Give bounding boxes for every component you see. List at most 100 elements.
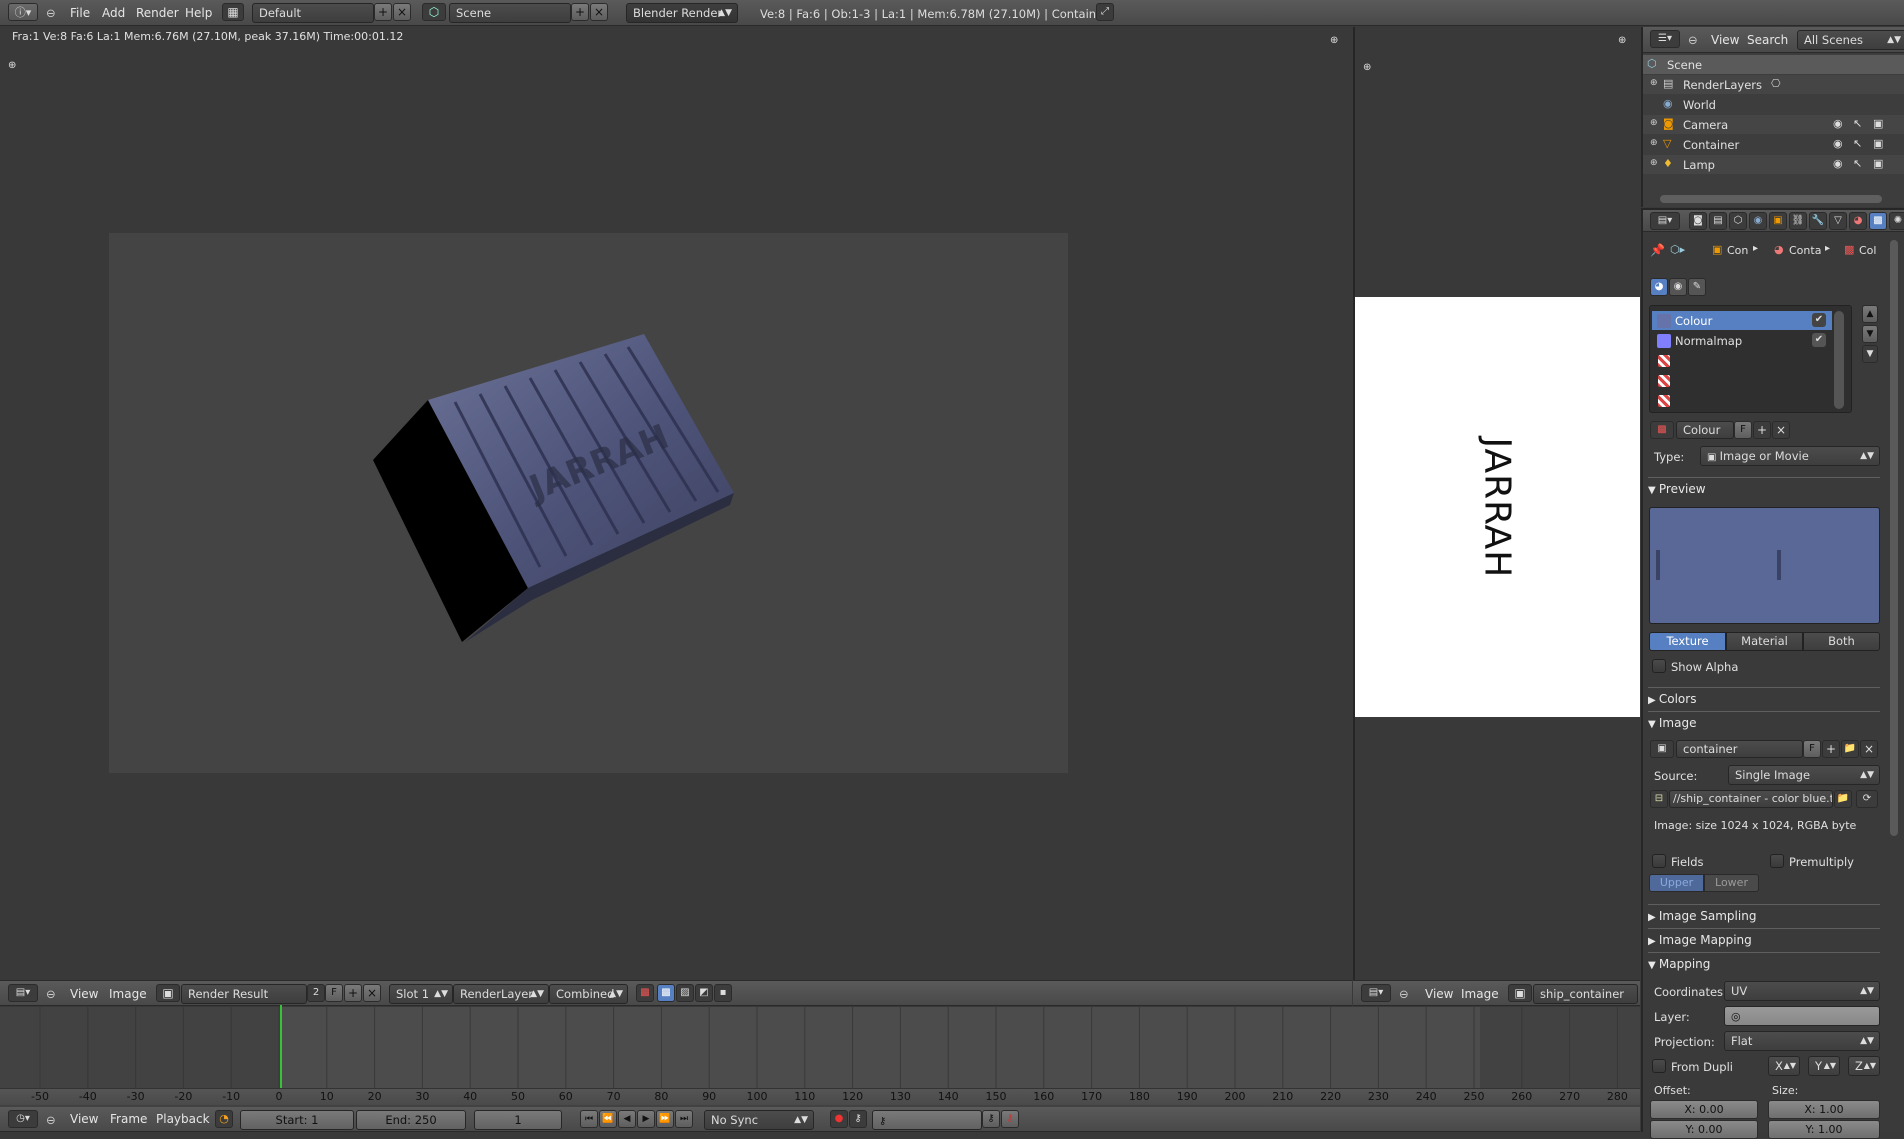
- empty-texture-slot-icon[interactable]: [1658, 355, 1670, 367]
- outliner-row-world[interactable]: ◉ World: [1643, 95, 1904, 114]
- editor-type-button[interactable]: ☰▾: [1650, 30, 1680, 48]
- play-reverse-icon[interactable]: ◀: [618, 1110, 636, 1128]
- offset-x-field[interactable]: X: 0.00: [1650, 1100, 1758, 1119]
- render-icon[interactable]: ▣: [1873, 157, 1883, 170]
- record-icon[interactable]: ●: [830, 1110, 848, 1128]
- menu-frame[interactable]: Frame: [110, 1107, 147, 1132]
- pack-image-icon[interactable]: ⊟: [1650, 790, 1668, 808]
- texture-slot-colour[interactable]: Colour ✔: [1652, 311, 1832, 330]
- colors-panel-header[interactable]: ▶ Colors: [1648, 687, 1880, 709]
- unlink-image-button[interactable]: ×: [1860, 740, 1878, 758]
- expand-icon[interactable]: ⊕: [1650, 138, 1658, 148]
- material-context-icon[interactable]: ◕: [1849, 212, 1867, 230]
- outliner-display-dropdown[interactable]: All Scenes ▲▼: [1797, 30, 1904, 50]
- unlink-image-button[interactable]: ×: [363, 984, 381, 1002]
- image-browse-icon[interactable]: ▣: [156, 984, 180, 1002]
- preview-tab-material[interactable]: Material: [1726, 632, 1803, 651]
- preview-tab-texture[interactable]: Texture: [1649, 632, 1726, 651]
- pin-icon[interactable]: 📌: [1650, 243, 1665, 257]
- texture-list-scrollbar[interactable]: [1834, 311, 1844, 409]
- cursor-icon[interactable]: ↖: [1853, 157, 1862, 170]
- menu-view[interactable]: View: [70, 1107, 98, 1132]
- area-corner-icon[interactable]: ⊕: [1618, 35, 1626, 46]
- image-name-field[interactable]: container: [1676, 740, 1803, 758]
- current-frame-field[interactable]: 1: [474, 1110, 562, 1130]
- jump-end-icon[interactable]: ⏭: [675, 1110, 693, 1128]
- move-slot-down-icon[interactable]: ▼: [1862, 325, 1878, 343]
- size-x-field[interactable]: X: 1.00: [1768, 1100, 1880, 1119]
- fake-user-button[interactable]: F: [1803, 740, 1821, 758]
- draw-image-icon[interactable]: ▩: [657, 984, 675, 1002]
- jump-start-icon[interactable]: ⏮: [580, 1110, 598, 1128]
- slot-dropdown[interactable]: Slot 1 ▲▼: [389, 984, 453, 1004]
- keying-set-field[interactable]: ⚷: [872, 1110, 982, 1130]
- end-frame-field[interactable]: End: 250: [356, 1110, 466, 1130]
- checkbox-checked-icon[interactable]: ✔: [1812, 313, 1826, 327]
- new-texture-button[interactable]: +: [1753, 421, 1771, 439]
- insert-keyframe-icon[interactable]: ⚷: [982, 1110, 1000, 1128]
- render-layers-context-icon[interactable]: ▤: [1709, 212, 1727, 230]
- empty-texture-slot-icon[interactable]: [1658, 375, 1670, 387]
- expand-icon[interactable]: ⊕: [1650, 158, 1658, 168]
- draw-image-alpha-icon[interactable]: ▨: [676, 984, 694, 1002]
- image-filepath-field[interactable]: //ship_container - color blue.tga: [1669, 790, 1833, 808]
- image-name-field[interactable]: ship_container: [1533, 984, 1638, 1004]
- scene-context-icon[interactable]: ⬡: [1729, 212, 1747, 230]
- world-texture-tab-icon[interactable]: ◕: [1650, 278, 1668, 296]
- modifiers-context-icon[interactable]: 🔧: [1809, 212, 1827, 230]
- properties-scrollbar[interactable]: [1890, 240, 1898, 836]
- outliner-row-container[interactable]: ⊕ ▽ Container ◉ ↖ ▣: [1643, 135, 1904, 154]
- reload-image-icon[interactable]: ⟳: [1856, 790, 1878, 808]
- render-pass-dropdown[interactable]: Combined ▲▼: [549, 984, 628, 1004]
- image-mapping-panel-header[interactable]: ▶ Image Mapping: [1648, 928, 1880, 950]
- outliner-row-scene[interactable]: ⬡ Scene: [1643, 55, 1904, 74]
- preview-panel-header[interactable]: ▼ Preview: [1648, 477, 1880, 499]
- expand-icon[interactable]: ⊕: [1650, 78, 1658, 88]
- prev-keyframe-icon[interactable]: ⏪: [599, 1110, 617, 1128]
- texture-name-field[interactable]: Colour: [1676, 421, 1734, 439]
- render-context-icon[interactable]: ◙: [1689, 212, 1707, 230]
- texture-type-dropdown[interactable]: ▣ Image or Movie ▲▼: [1700, 446, 1880, 466]
- editor-type-button[interactable]: ▤▾: [1650, 212, 1680, 230]
- texture-browse-icon[interactable]: ▩: [1650, 421, 1674, 439]
- empty-texture-slot-icon[interactable]: [1658, 395, 1670, 407]
- image-users-count[interactable]: 2: [307, 984, 325, 1002]
- collapse-icon[interactable]: ⊖: [1688, 33, 1698, 47]
- image-sampling-panel-header[interactable]: ▶ Image Sampling: [1648, 904, 1880, 926]
- eye-icon[interactable]: ◉: [1833, 157, 1843, 170]
- menu-search[interactable]: Search: [1747, 27, 1788, 53]
- image-browse-icon[interactable]: ▣: [1508, 984, 1532, 1002]
- editor-type-button[interactable]: ▤▾: [8, 984, 38, 1002]
- coordinates-dropdown[interactable]: UV ▲▼: [1724, 981, 1880, 1001]
- editor-type-button[interactable]: ◷▾: [8, 1110, 38, 1128]
- menu-image[interactable]: Image: [109, 981, 147, 1007]
- new-image-button[interactable]: +: [1822, 740, 1840, 758]
- slot-specials-icon[interactable]: ▼: [1862, 345, 1878, 363]
- next-keyframe-icon[interactable]: ⏩: [656, 1110, 674, 1128]
- expand-icon[interactable]: ⊕: [1650, 118, 1658, 128]
- texture-context-icon[interactable]: ▩: [1869, 212, 1887, 230]
- area-corner-icon[interactable]: ⊕: [1363, 62, 1371, 73]
- browse-file-icon[interactable]: 📁: [1834, 790, 1852, 808]
- premultiply-checkbox[interactable]: [1770, 854, 1784, 868]
- menu-image[interactable]: Image: [1461, 981, 1499, 1007]
- cursor-icon[interactable]: ↖: [1853, 137, 1862, 150]
- menu-view[interactable]: View: [1425, 981, 1453, 1007]
- constraints-context-icon[interactable]: ⛓: [1789, 212, 1807, 230]
- mapping-z-dropdown[interactable]: Z ▲▼: [1848, 1056, 1880, 1076]
- delete-keyframe-icon[interactable]: ⚷: [1001, 1110, 1019, 1128]
- brush-texture-tab-icon[interactable]: ✎: [1688, 278, 1706, 296]
- checkbox-checked-icon[interactable]: ✔: [1812, 333, 1826, 347]
- object-context-icon[interactable]: ▣: [1769, 212, 1787, 230]
- collapse-icon[interactable]: ⊖: [46, 1113, 56, 1127]
- menu-view[interactable]: View: [70, 981, 98, 1007]
- material-texture-tab-icon[interactable]: ◉: [1669, 278, 1687, 296]
- unlink-texture-button[interactable]: ×: [1772, 421, 1790, 439]
- image-name-field[interactable]: Render Result: [181, 984, 307, 1004]
- show-alpha-checkbox[interactable]: [1652, 659, 1666, 673]
- outliner-row-camera[interactable]: ⊕ ◙ Camera ◉ ↖ ▣: [1643, 115, 1904, 134]
- timeline-ruler[interactable]: -50 -40 -30 -20 -10 0 10 20 30 40 50 60 70 80 90 100 110…: [0, 1088, 1640, 1105]
- cursor-icon[interactable]: ↖: [1853, 117, 1862, 130]
- outliner-row-renderlayers[interactable]: ⊕ ▤ RenderLayers ⎔: [1643, 75, 1904, 94]
- timeline-playhead[interactable]: [280, 1005, 282, 1090]
